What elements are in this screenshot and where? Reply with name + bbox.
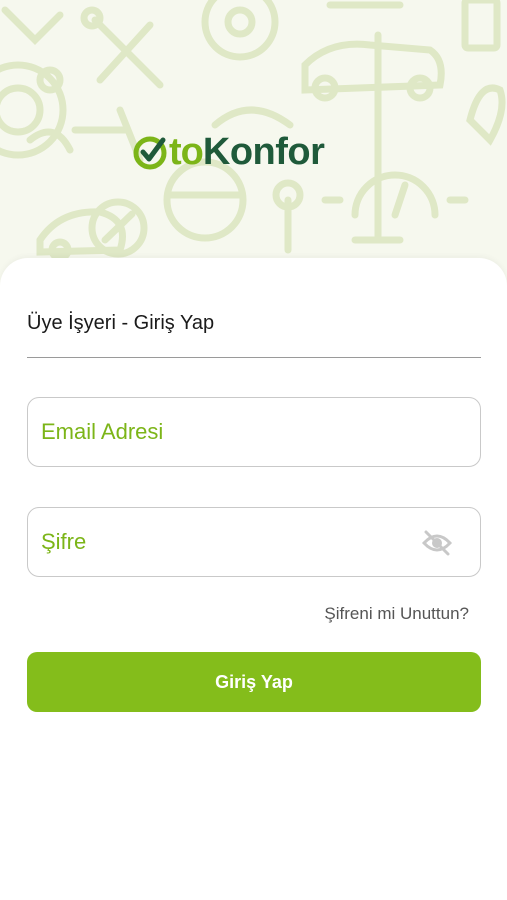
password-input[interactable]	[41, 508, 421, 576]
login-button[interactable]: Giriş Yap	[27, 652, 481, 712]
header-background: to Konfor	[0, 0, 507, 290]
logo-text-to: to	[169, 130, 204, 173]
email-input[interactable]	[41, 398, 421, 466]
check-circle-logo-icon	[133, 136, 167, 170]
login-screen: to Konfor Üye İşyeri - Giriş Yap Şifreni…	[0, 0, 507, 900]
title-divider	[27, 357, 481, 358]
password-field-container	[27, 507, 481, 577]
login-card: Üye İşyeri - Giriş Yap Şifreni mi Unuttu…	[0, 258, 507, 900]
logo-text-konfor: Konfor	[202, 130, 325, 173]
forgot-password-link[interactable]: Şifreni mi Unuttun?	[324, 604, 469, 624]
eye-off-icon[interactable]	[422, 530, 452, 556]
app-logo: to Konfor	[132, 128, 325, 176]
email-field-container	[27, 397, 481, 467]
page-title: Üye İşyeri - Giriş Yap	[27, 312, 215, 334]
